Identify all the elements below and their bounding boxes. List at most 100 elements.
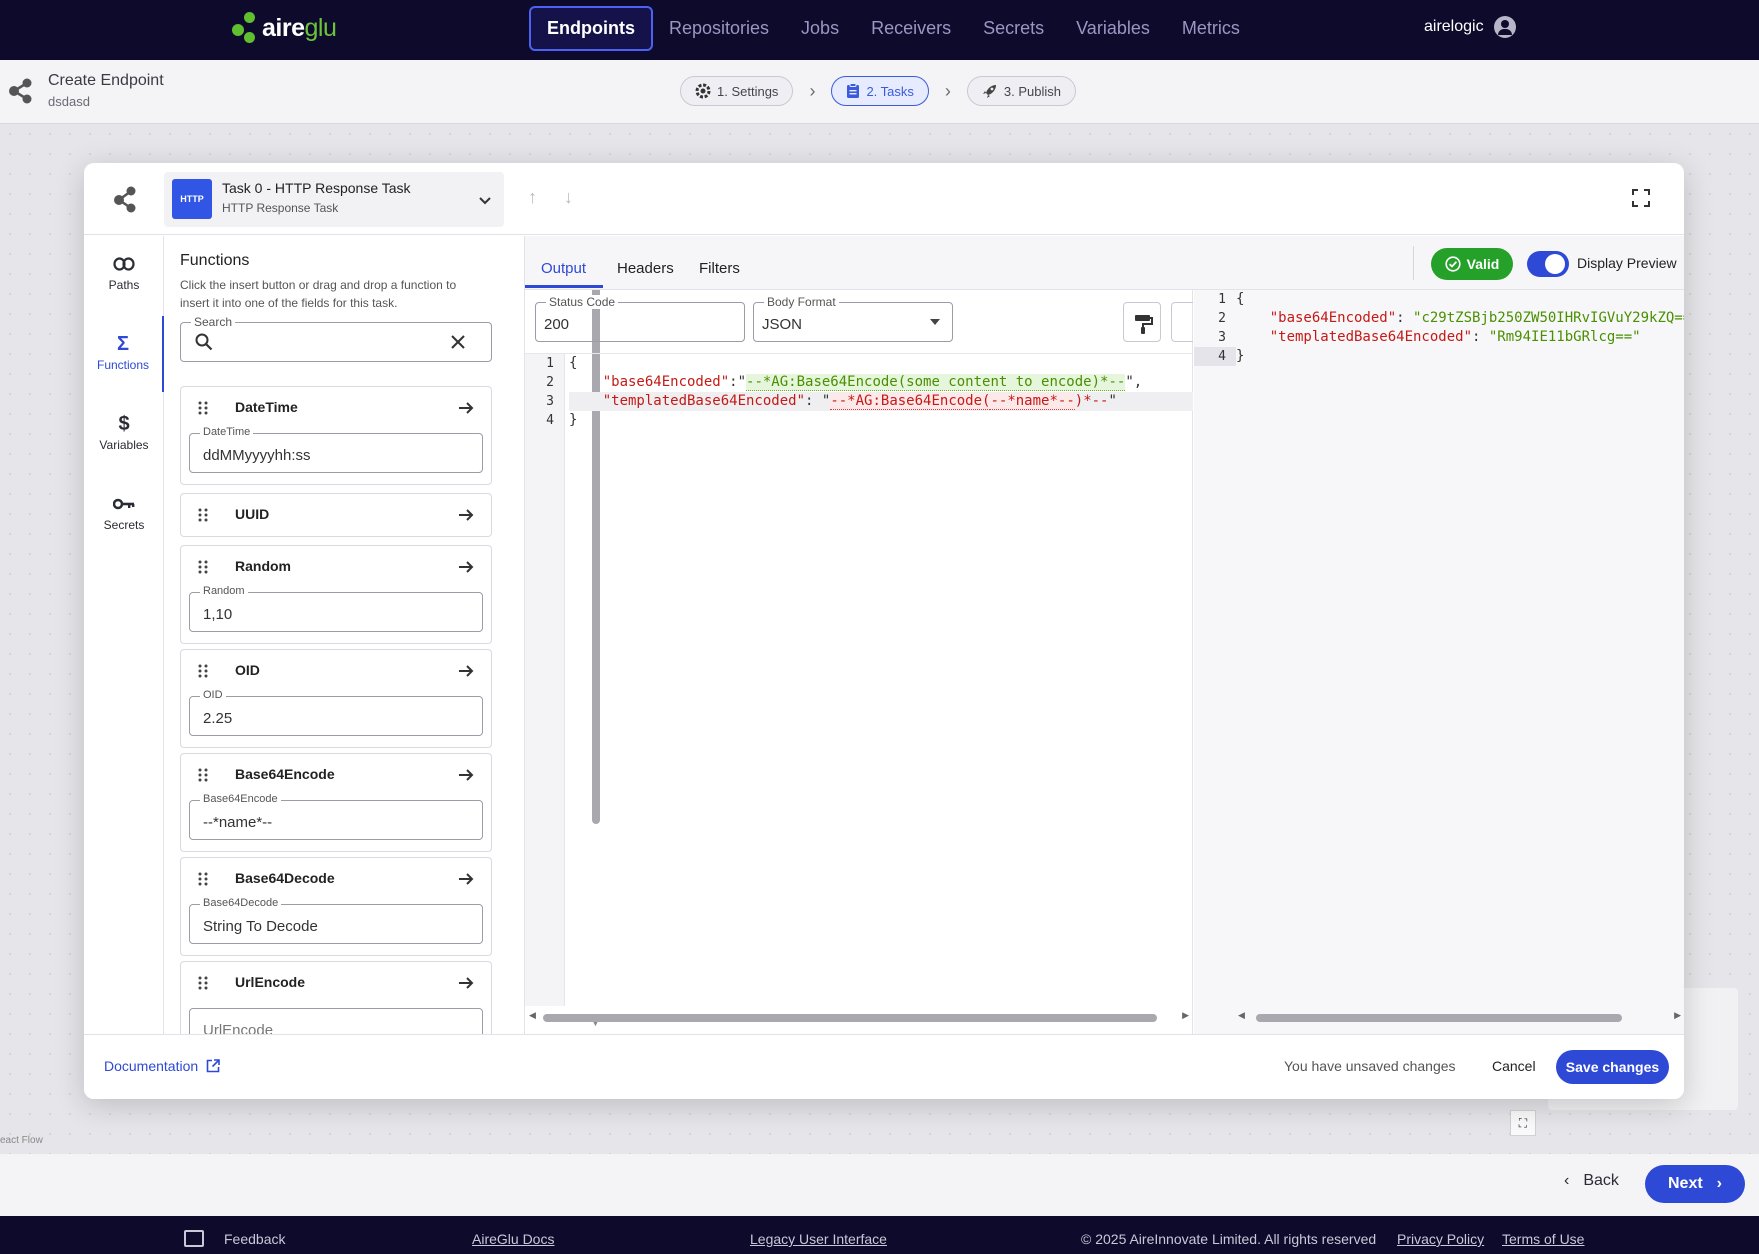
- step-publish[interactable]: 3. Publish: [966, 76, 1076, 106]
- scroll-left-icon[interactable]: ◀: [529, 1010, 536, 1021]
- privacy-policy-link[interactable]: Privacy Policy: [1397, 1231, 1484, 1247]
- insert-arrow-icon[interactable]: [457, 662, 475, 680]
- function-name: Base64Decode: [235, 870, 335, 886]
- nav-tab-receivers[interactable]: Receivers: [855, 6, 967, 51]
- unsaved-changes-text: You have unsaved changes: [1284, 1058, 1456, 1074]
- legacy-ui-link[interactable]: Legacy User Interface: [750, 1231, 887, 1247]
- scroll-right-icon[interactable]: ▶: [1182, 1010, 1189, 1021]
- step-settings[interactable]: 1. Settings: [680, 76, 794, 106]
- rail-item-variables[interactable]: $ Variables: [84, 396, 164, 472]
- back-button[interactable]: ‹ Back: [1564, 1172, 1619, 1190]
- oid-root-field[interactable]: OID 2.25: [189, 689, 483, 736]
- task-editor-modal: HTTP Task 0 - HTTP Response Task HTTP Re…: [84, 163, 1684, 1099]
- terms-of-use-link[interactable]: Terms of Use: [1502, 1231, 1584, 1247]
- documentation-link[interactable]: Documentation: [104, 1058, 220, 1074]
- function-name: Base64Encode: [235, 766, 335, 782]
- scrollbar-thumb[interactable]: [1256, 1014, 1622, 1022]
- clear-search-icon[interactable]: [449, 333, 467, 351]
- function-name: Random: [235, 558, 291, 574]
- function-search-input[interactable]: Search: [180, 315, 492, 362]
- editor-tabs-bar: Output Headers Filters Valid Display Pre…: [525, 236, 1684, 290]
- fit-view-button[interactable]: ⛶: [1510, 1110, 1536, 1136]
- task-selector[interactable]: HTTP Task 0 - HTTP Response Task HTTP Re…: [164, 172, 504, 227]
- random-range-field[interactable]: Random 1,10: [189, 585, 483, 632]
- drag-handle-icon[interactable]: [197, 560, 209, 574]
- function-card-oid[interactable]: OID OID 2.25: [180, 649, 492, 748]
- status-code-input[interactable]: Status Code 200: [535, 295, 745, 342]
- preview-code-lines: { "base64Encoded": "c29tZSBjb250ZW50IHRv…: [1236, 291, 1684, 364]
- drag-handle-icon[interactable]: [197, 401, 209, 415]
- insert-arrow-icon[interactable]: [457, 766, 475, 784]
- function-card-datetime[interactable]: DateTime DateTime ddMMyyyyhh:ss: [180, 386, 492, 485]
- chevron-left-icon: ‹: [1564, 1172, 1570, 1189]
- scroll-right-icon[interactable]: ▶: [1674, 1010, 1681, 1021]
- insert-arrow-icon[interactable]: [457, 870, 475, 888]
- function-card-uuid[interactable]: UUID: [180, 493, 492, 537]
- tab-headers[interactable]: Headers: [617, 260, 674, 277]
- function-name: DateTime: [235, 399, 298, 415]
- body-format-select[interactable]: Body Format JSON: [753, 295, 953, 342]
- aireglu-docs-link[interactable]: AireGlu Docs: [472, 1231, 554, 1247]
- chevron-right-icon: ›: [1716, 1175, 1722, 1192]
- tab-output[interactable]: Output: [541, 260, 586, 277]
- code-line-active: "templatedBase64Encoded": "--*AG:Base64E…: [569, 392, 1193, 411]
- nav-tab-metrics[interactable]: Metrics: [1166, 6, 1256, 51]
- fullscreen-icon[interactable]: [1632, 189, 1650, 207]
- scroll-left-icon[interactable]: ◀: [1238, 1010, 1245, 1021]
- cancel-button[interactable]: Cancel: [1492, 1058, 1536, 1074]
- wizard-steps: 1. Settings › 2. Tasks › 3. Publish: [680, 76, 1076, 106]
- move-task-up-icon[interactable]: ↑: [528, 187, 537, 208]
- drag-handle-icon[interactable]: [197, 664, 209, 678]
- external-link-icon: [206, 1059, 220, 1073]
- tab-filters[interactable]: Filters: [699, 260, 740, 277]
- base64encode-field[interactable]: Base64Encode --*name*--: [189, 793, 483, 840]
- rail-item-secrets[interactable]: Secrets: [84, 476, 164, 552]
- task-editor-area: Output Headers Filters Valid Display Pre…: [524, 236, 1684, 1034]
- insert-arrow-icon[interactable]: [457, 558, 475, 576]
- validation-status-badge: Valid: [1431, 248, 1513, 280]
- feedback-link[interactable]: Feedback: [224, 1231, 285, 1247]
- chevron-down-icon: [479, 197, 491, 205]
- rail-item-paths[interactable]: Paths: [84, 236, 164, 312]
- format-code-button[interactable]: [1123, 302, 1161, 342]
- site-footer: Feedback AireGlu Docs Legacy User Interf…: [0, 1216, 1759, 1254]
- flow-share-icon: [9, 78, 32, 104]
- datetime-format-field[interactable]: DateTime ddMMyyyyhh:ss: [189, 426, 483, 473]
- function-card-random[interactable]: Random Random 1,10: [180, 545, 492, 644]
- more-tools-button[interactable]: [1171, 302, 1193, 342]
- gear-icon: [695, 83, 711, 99]
- body-code-editor[interactable]: 1 2 3 4 { "base64Encoded":"--*AG:Base64E…: [525, 354, 1193, 1006]
- nav-tab-variables[interactable]: Variables: [1060, 6, 1166, 51]
- display-preview-toggle[interactable]: [1527, 251, 1569, 277]
- urlencode-field[interactable]: UrlEncode: [189, 1008, 483, 1034]
- drag-handle-icon[interactable]: [197, 508, 209, 522]
- nav-tab-repositories[interactable]: Repositories: [653, 6, 785, 51]
- save-changes-button[interactable]: Save changes: [1556, 1050, 1669, 1084]
- nav-tab-secrets[interactable]: Secrets: [967, 6, 1060, 51]
- editor-horizontal-scrollbar[interactable]: ◀ ▶: [525, 1010, 1193, 1026]
- user-menu[interactable]: airelogic: [1424, 16, 1516, 38]
- aireglu-logo[interactable]: aireglu: [230, 12, 337, 44]
- paint-roller-icon: [1135, 315, 1153, 334]
- move-task-down-icon[interactable]: ↓: [564, 187, 573, 208]
- nav-tab-jobs[interactable]: Jobs: [785, 6, 855, 51]
- logo-mark-icon: [230, 12, 260, 44]
- code-line: "base64Encoded":"--*AG:Base64Encode(some…: [602, 374, 1143, 391]
- insert-arrow-icon[interactable]: [457, 974, 475, 992]
- insert-arrow-icon[interactable]: [457, 399, 475, 417]
- next-button[interactable]: Next ›: [1645, 1165, 1745, 1203]
- scrollbar-thumb[interactable]: [543, 1014, 1157, 1022]
- function-card-base64decode[interactable]: Base64Decode Base64Decode String To Deco…: [180, 857, 492, 956]
- nav-tab-endpoints[interactable]: Endpoints: [529, 6, 653, 51]
- base64decode-field[interactable]: Base64Decode String To Decode: [189, 897, 483, 944]
- drag-handle-icon[interactable]: [197, 768, 209, 782]
- rail-item-functions[interactable]: Σ Functions: [84, 316, 164, 392]
- insert-arrow-icon[interactable]: [457, 506, 475, 524]
- nested-template-token: --*name*--: [990, 393, 1075, 410]
- preview-horizontal-scrollbar[interactable]: ◀ ▶: [1194, 1010, 1684, 1026]
- function-card-base64encode[interactable]: Base64Encode Base64Encode --*name*--: [180, 753, 492, 852]
- step-tasks[interactable]: 2. Tasks: [831, 76, 929, 106]
- drag-handle-icon[interactable]: [197, 872, 209, 886]
- function-card-urlencode[interactable]: UrlEncode UrlEncode: [180, 961, 492, 1034]
- drag-handle-icon[interactable]: [197, 976, 209, 990]
